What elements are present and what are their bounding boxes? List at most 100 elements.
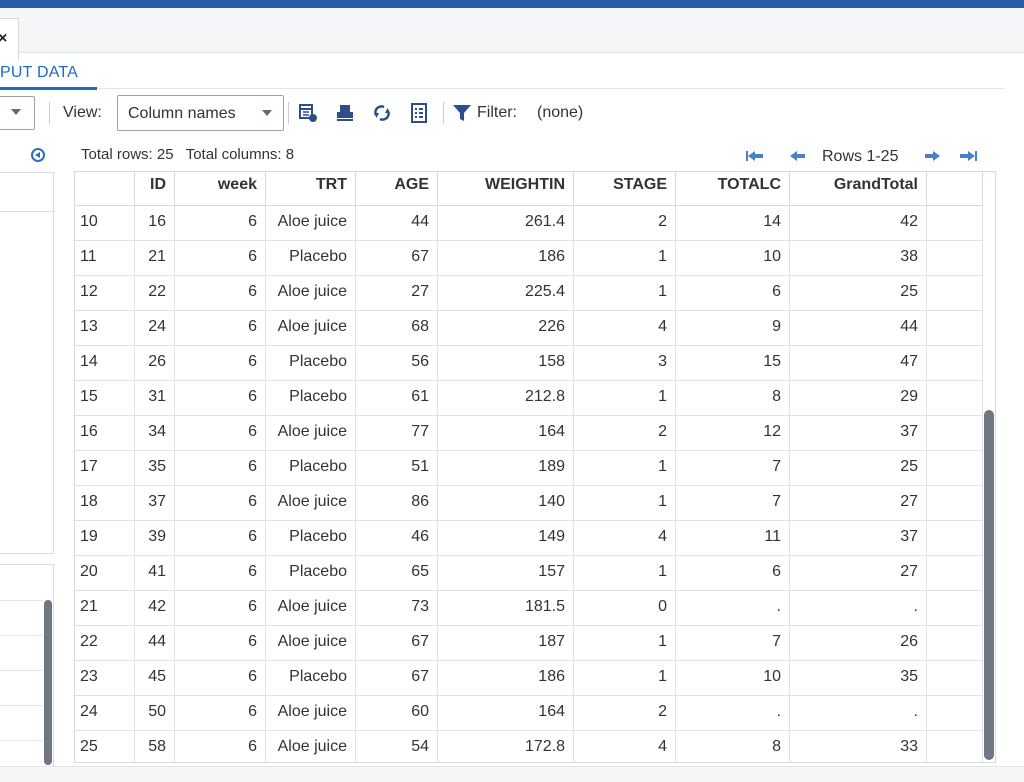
column-header-weightin[interactable]: WEIGHTIN <box>438 172 574 206</box>
print-icon[interactable] <box>335 103 355 123</box>
cell-grandtotal: 42 <box>790 206 927 241</box>
table-row[interactable]: 12 22 6 Aloe juice 27 225.4 1 6 25 <box>75 276 983 311</box>
close-tab-icon[interactable]: × <box>0 31 7 47</box>
cell-filler <box>927 486 983 521</box>
table-row[interactable]: 18 37 6 Aloe juice 86 140 1 7 27 <box>75 486 983 521</box>
cell-filler <box>927 521 983 556</box>
cell-week: 6 <box>175 626 266 661</box>
cell-weightin: 157 <box>438 556 574 591</box>
cell-totalc: 7 <box>676 451 790 486</box>
refresh-icon[interactable] <box>372 103 392 123</box>
cell-week: 6 <box>175 311 266 346</box>
filter-icon[interactable] <box>452 103 472 123</box>
table-row[interactable]: 24 50 6 Aloe juice 60 164 2.. <box>75 696 983 731</box>
cell-trt: Aloe juice <box>266 311 356 346</box>
cell-weightin: 261.4 <box>438 206 574 241</box>
previous-page-icon[interactable] <box>788 150 808 162</box>
column-header-id[interactable]: ID <box>135 172 175 206</box>
collapse-panel-icon[interactable] <box>31 148 45 162</box>
table-properties-icon[interactable] <box>298 103 318 123</box>
table-row[interactable]: 14 26 6 Placebo 56 158 3 15 47 <box>75 346 983 381</box>
table-row[interactable]: 13 24 6 Aloe juice 68 226 4 9 44 <box>75 311 983 346</box>
cell-id: 45 <box>135 661 175 696</box>
cell-stage: 1 <box>574 241 676 276</box>
cell-stage: 1 <box>574 661 676 696</box>
cell-week: 6 <box>175 696 266 731</box>
cell-row-number: 21 <box>75 591 135 626</box>
cell-stage: 4 <box>574 521 676 556</box>
column-header-trt[interactable]: TRT <box>266 172 356 206</box>
table-row[interactable]: 11 21 6 Placebo 67 186 1 10 38 <box>75 241 983 276</box>
table-row[interactable]: 23 45 6 Placebo 67 186 1 10 35 <box>75 661 983 696</box>
cell-totalc: 6 <box>676 556 790 591</box>
table-row[interactable]: 20 41 6 Placebo 65 157 1 6 27 <box>75 556 983 591</box>
tab-output-data[interactable]: PUT DATA <box>0 64 78 82</box>
cell-age: 86 <box>356 486 438 521</box>
column-header-grandtotal[interactable]: GrandTotal <box>790 172 927 206</box>
cell-age: 27 <box>356 276 438 311</box>
cell-id: 41 <box>135 556 175 591</box>
cell-id: 39 <box>135 521 175 556</box>
cell-age: 65 <box>356 556 438 591</box>
cell-totalc: 15 <box>676 346 790 381</box>
table-row[interactable]: 15 31 6 Placebo 61 212.8 1 8 29 <box>75 381 983 416</box>
cell-week: 6 <box>175 731 266 762</box>
cell-row-number: 17 <box>75 451 135 486</box>
table-row[interactable]: 17 35 6 Placebo 51 189 1 7 25 <box>75 451 983 486</box>
table-row[interactable]: 22 44 6 Aloe juice 67 187 1 7 26 <box>75 626 983 661</box>
toolbar-separator <box>443 102 444 124</box>
table-row[interactable]: 10 16 6 Aloe juice 44 261.4 2 14 42 <box>75 206 983 241</box>
cell-age: 77 <box>356 416 438 451</box>
cell-totalc: 8 <box>676 731 790 762</box>
column-header-week[interactable]: week <box>175 172 266 206</box>
cell-weightin: 181.5 <box>438 591 574 626</box>
cell-filler <box>927 451 983 486</box>
cell-id: 31 <box>135 381 175 416</box>
toolbar-separator <box>49 102 50 124</box>
cell-age: 73 <box>356 591 438 626</box>
cell-age: 46 <box>356 521 438 556</box>
last-page-icon[interactable] <box>958 150 978 162</box>
cell-row-number: 10 <box>75 206 135 241</box>
cell-trt: Placebo <box>266 521 356 556</box>
next-page-icon[interactable] <box>922 150 942 162</box>
table-selector-dropdown[interactable] <box>0 96 35 130</box>
column-header-row-number[interactable] <box>75 172 135 206</box>
filter-label[interactable]: Filter: <box>477 104 517 122</box>
column-header-stage[interactable]: STAGE <box>574 172 676 206</box>
chevron-down-icon <box>262 110 272 116</box>
cell-age: 61 <box>356 381 438 416</box>
cell-filler <box>927 696 983 731</box>
left-panel-scrollbar[interactable] <box>44 600 52 765</box>
cell-filler <box>927 416 983 451</box>
cell-age: 56 <box>356 346 438 381</box>
cell-week: 6 <box>175 661 266 696</box>
cell-age: 60 <box>356 696 438 731</box>
cell-filler <box>927 346 983 381</box>
first-page-icon[interactable] <box>745 150 765 162</box>
cell-id: 44 <box>135 626 175 661</box>
cell-row-number: 15 <box>75 381 135 416</box>
cell-week: 6 <box>175 381 266 416</box>
table-row[interactable]: 19 39 6 Placebo 46 149 4 11 37 <box>75 521 983 556</box>
cell-totalc: 6 <box>676 276 790 311</box>
column-header-totalc[interactable]: TOTALC <box>676 172 790 206</box>
cell-stage: 3 <box>574 346 676 381</box>
cell-weightin: 140 <box>438 486 574 521</box>
cell-weightin: 164 <box>438 416 574 451</box>
cell-totalc: . <box>676 696 790 731</box>
cell-row-number: 13 <box>75 311 135 346</box>
list-view-icon[interactable] <box>409 103 429 123</box>
cell-stage: 1 <box>574 486 676 521</box>
table-row[interactable]: 25 58 6 Aloe juice 54 172.8 4 8 33 <box>75 731 983 762</box>
cell-age: 68 <box>356 311 438 346</box>
column-header-age[interactable]: AGE <box>356 172 438 206</box>
table-scrollbar[interactable] <box>984 410 994 760</box>
total-columns: Total columns: 8 <box>185 146 295 163</box>
table-row[interactable]: 21 42 6 Aloe juice 73 181.5 0.. <box>75 591 983 626</box>
cell-filler <box>927 591 983 626</box>
cell-filler <box>927 381 983 416</box>
table-row[interactable]: 16 34 6 Aloe juice 77 164 2 12 37 <box>75 416 983 451</box>
cell-row-number: 25 <box>75 731 135 762</box>
view-select[interactable]: Column names <box>117 95 284 131</box>
